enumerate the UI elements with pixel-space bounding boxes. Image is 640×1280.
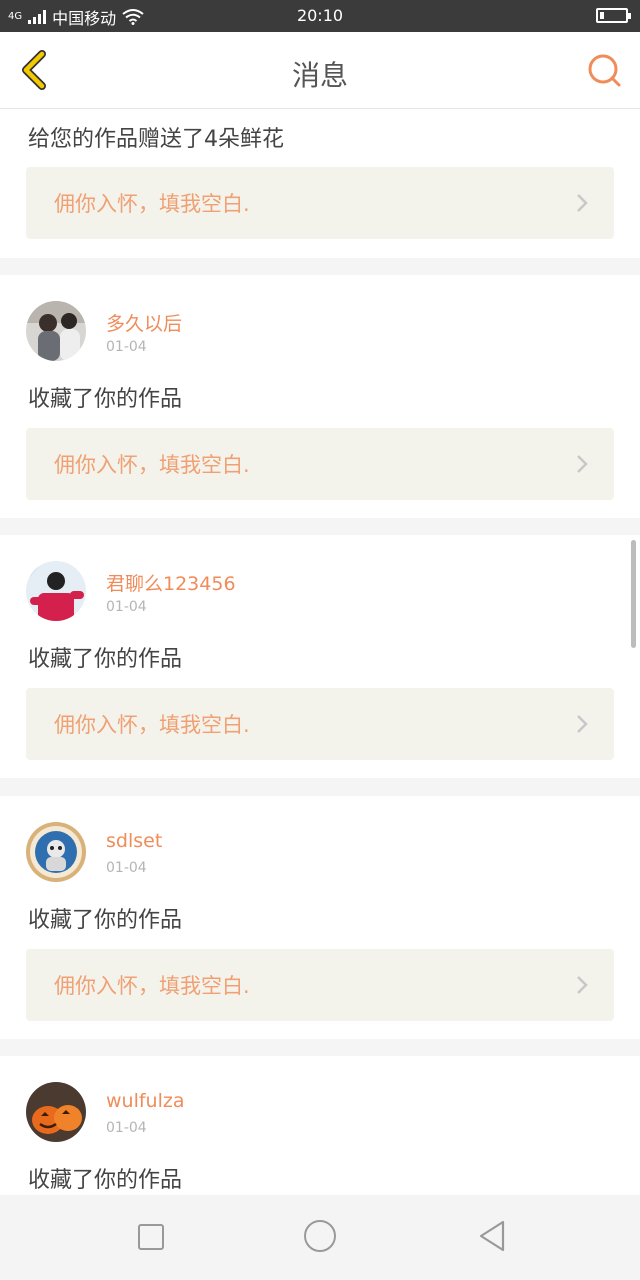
chevron-right-icon (577, 194, 588, 212)
search-icon[interactable] (586, 52, 622, 88)
quote-text: 佣你入怀，填我空白. (54, 713, 250, 737)
nav-bar: 消息 (0, 32, 640, 109)
chevron-right-icon (577, 976, 588, 994)
chevron-right-icon (577, 455, 588, 473)
status-bar: 4G 中国移动 20:10 (0, 0, 640, 32)
message-text: 收藏了你的作品 (28, 908, 183, 933)
quote-text: 佣你入怀，填我空白. (54, 192, 250, 216)
status-time: 20:10 (296, 6, 344, 25)
scrollbar[interactable] (631, 540, 636, 648)
avatar[interactable] (26, 1082, 86, 1142)
back-triangle-icon[interactable] (476, 1219, 508, 1253)
message-date: 01-04 (106, 1120, 147, 1136)
avatar[interactable] (26, 822, 86, 882)
chevron-right-icon (577, 715, 588, 733)
system-nav-bar (0, 1195, 640, 1280)
quoted-work[interactable]: 佣你入怀，填我空白. (26, 428, 614, 500)
message-card[interactable]: 给您的作品赠送了4朵鲜花 佣你入怀，填我空白. (0, 109, 640, 258)
battery-icon (596, 8, 631, 23)
avatar[interactable] (26, 561, 86, 621)
message-date: 01-04 (106, 599, 147, 615)
recent-apps-icon[interactable] (138, 1224, 164, 1250)
quote-text: 佣你入怀，填我空白. (54, 453, 250, 477)
message-card[interactable]: wulfulza 01-04 收藏了你的作品 (0, 1056, 640, 1195)
message-card[interactable]: 多久以后 01-04 收藏了你的作品 佣你入怀，填我空白. (0, 275, 640, 518)
message-card[interactable]: sdlset 01-04 收藏了你的作品 佣你入怀，填我空白. (0, 796, 640, 1039)
message-text: 收藏了你的作品 (28, 387, 183, 412)
avatar[interactable] (26, 301, 86, 361)
username[interactable]: sdlset (106, 830, 162, 852)
username[interactable]: 多久以后 (106, 309, 182, 336)
quoted-work[interactable]: 佣你入怀，填我空白. (26, 167, 614, 239)
message-text: 收藏了你的作品 (28, 647, 183, 672)
quote-text: 佣你入怀，填我空白. (54, 974, 250, 998)
username[interactable]: wulfulza (106, 1090, 185, 1112)
message-date: 01-04 (106, 339, 147, 355)
message-card[interactable]: 君聊么123456 01-04 收藏了你的作品 佣你入怀，填我空白. (0, 535, 640, 778)
message-text: 给您的作品赠送了4朵鲜花 (28, 127, 284, 152)
quoted-work[interactable]: 佣你入怀，填我空白. (26, 688, 614, 760)
quoted-work[interactable]: 佣你入怀，填我空白. (26, 949, 614, 1021)
username[interactable]: 君聊么123456 (106, 569, 236, 596)
page-title: 消息 (291, 59, 348, 92)
message-text: 收藏了你的作品 (28, 1168, 183, 1193)
message-date: 01-04 (106, 860, 147, 876)
home-icon[interactable] (304, 1220, 336, 1252)
